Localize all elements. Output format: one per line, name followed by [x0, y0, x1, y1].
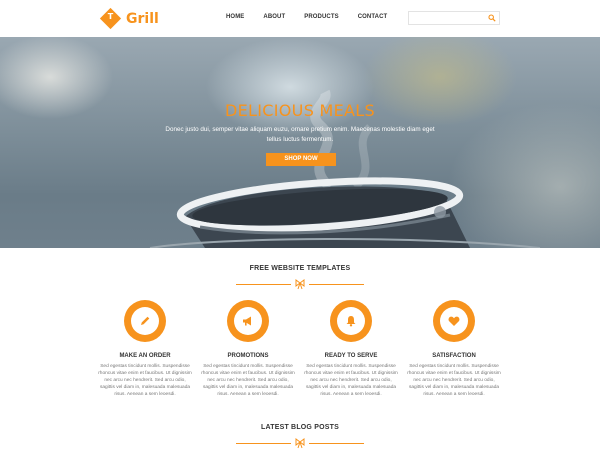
- feature-title: MAKE AN ORDER: [119, 353, 171, 359]
- heart-icon[interactable]: [433, 300, 475, 342]
- feature-text: Sed egestas tincidunt mollis. Suspendiss…: [98, 364, 192, 397]
- bow-icon: [295, 438, 305, 449]
- main-nav: HOME ABOUT PRODUCTS CONTACT: [226, 14, 406, 20]
- logo-letter: T: [107, 12, 114, 21]
- logo[interactable]: T Grill: [99, 7, 159, 30]
- megaphone-icon[interactable]: [227, 300, 269, 342]
- feature-text: Sed egestas tincidunt mollis. Suspendiss…: [407, 364, 501, 397]
- feature-title: SATISFACTION: [432, 353, 476, 359]
- hero-title: DELICIOUS MEALS: [225, 101, 375, 120]
- feature-title: PROMOTIONS: [227, 353, 269, 359]
- nav-home[interactable]: HOME: [226, 14, 244, 20]
- blog-section-title: LATEST BLOG POSTS: [261, 424, 339, 431]
- bow-icon: [295, 279, 305, 290]
- section-divider: [236, 437, 364, 449]
- nav-products[interactable]: PRODUCTS: [304, 14, 338, 20]
- hero-text: Donec justo dui, semper vitae aliquam eu…: [165, 126, 435, 143]
- feature-satisfaction: SATISFACTION Sed egestas tincidunt molli…: [404, 300, 504, 398]
- pencil-icon[interactable]: [124, 300, 166, 342]
- shop-now-button[interactable]: SHOP NOW: [266, 153, 336, 166]
- search-input[interactable]: [409, 18, 485, 30]
- site-header: T Grill HOME ABOUT PRODUCTS CONTACT: [0, 0, 600, 37]
- logo-diamond-icon: T: [99, 7, 122, 30]
- feature-ready-to-serve: READY TO SERVE Sed egestas tincidunt mol…: [301, 300, 401, 398]
- feature-make-an-order: MAKE AN ORDER Sed egestas tincidunt moll…: [95, 300, 195, 398]
- nav-contact[interactable]: CONTACT: [358, 14, 388, 20]
- hero-banner: DELICIOUS MEALS Donec justo dui, semper …: [0, 37, 600, 248]
- feature-text: Sed egestas tincidunt mollis. Suspendiss…: [201, 364, 295, 397]
- brand-name: Grill: [126, 10, 159, 27]
- search-icon[interactable]: [488, 14, 496, 22]
- nav-about[interactable]: ABOUT: [263, 14, 285, 20]
- feature-title: READY TO SERVE: [324, 353, 378, 359]
- feature-text: Sed egestas tincidunt mollis. Suspendiss…: [304, 364, 398, 397]
- templates-section-title: FREE WEBSITE TEMPLATES: [249, 265, 351, 272]
- search-box: [408, 11, 500, 30]
- bell-icon[interactable]: [330, 300, 372, 342]
- feature-promotions: PROMOTIONS Sed egestas tincidunt mollis.…: [198, 300, 298, 398]
- section-divider: [236, 278, 364, 290]
